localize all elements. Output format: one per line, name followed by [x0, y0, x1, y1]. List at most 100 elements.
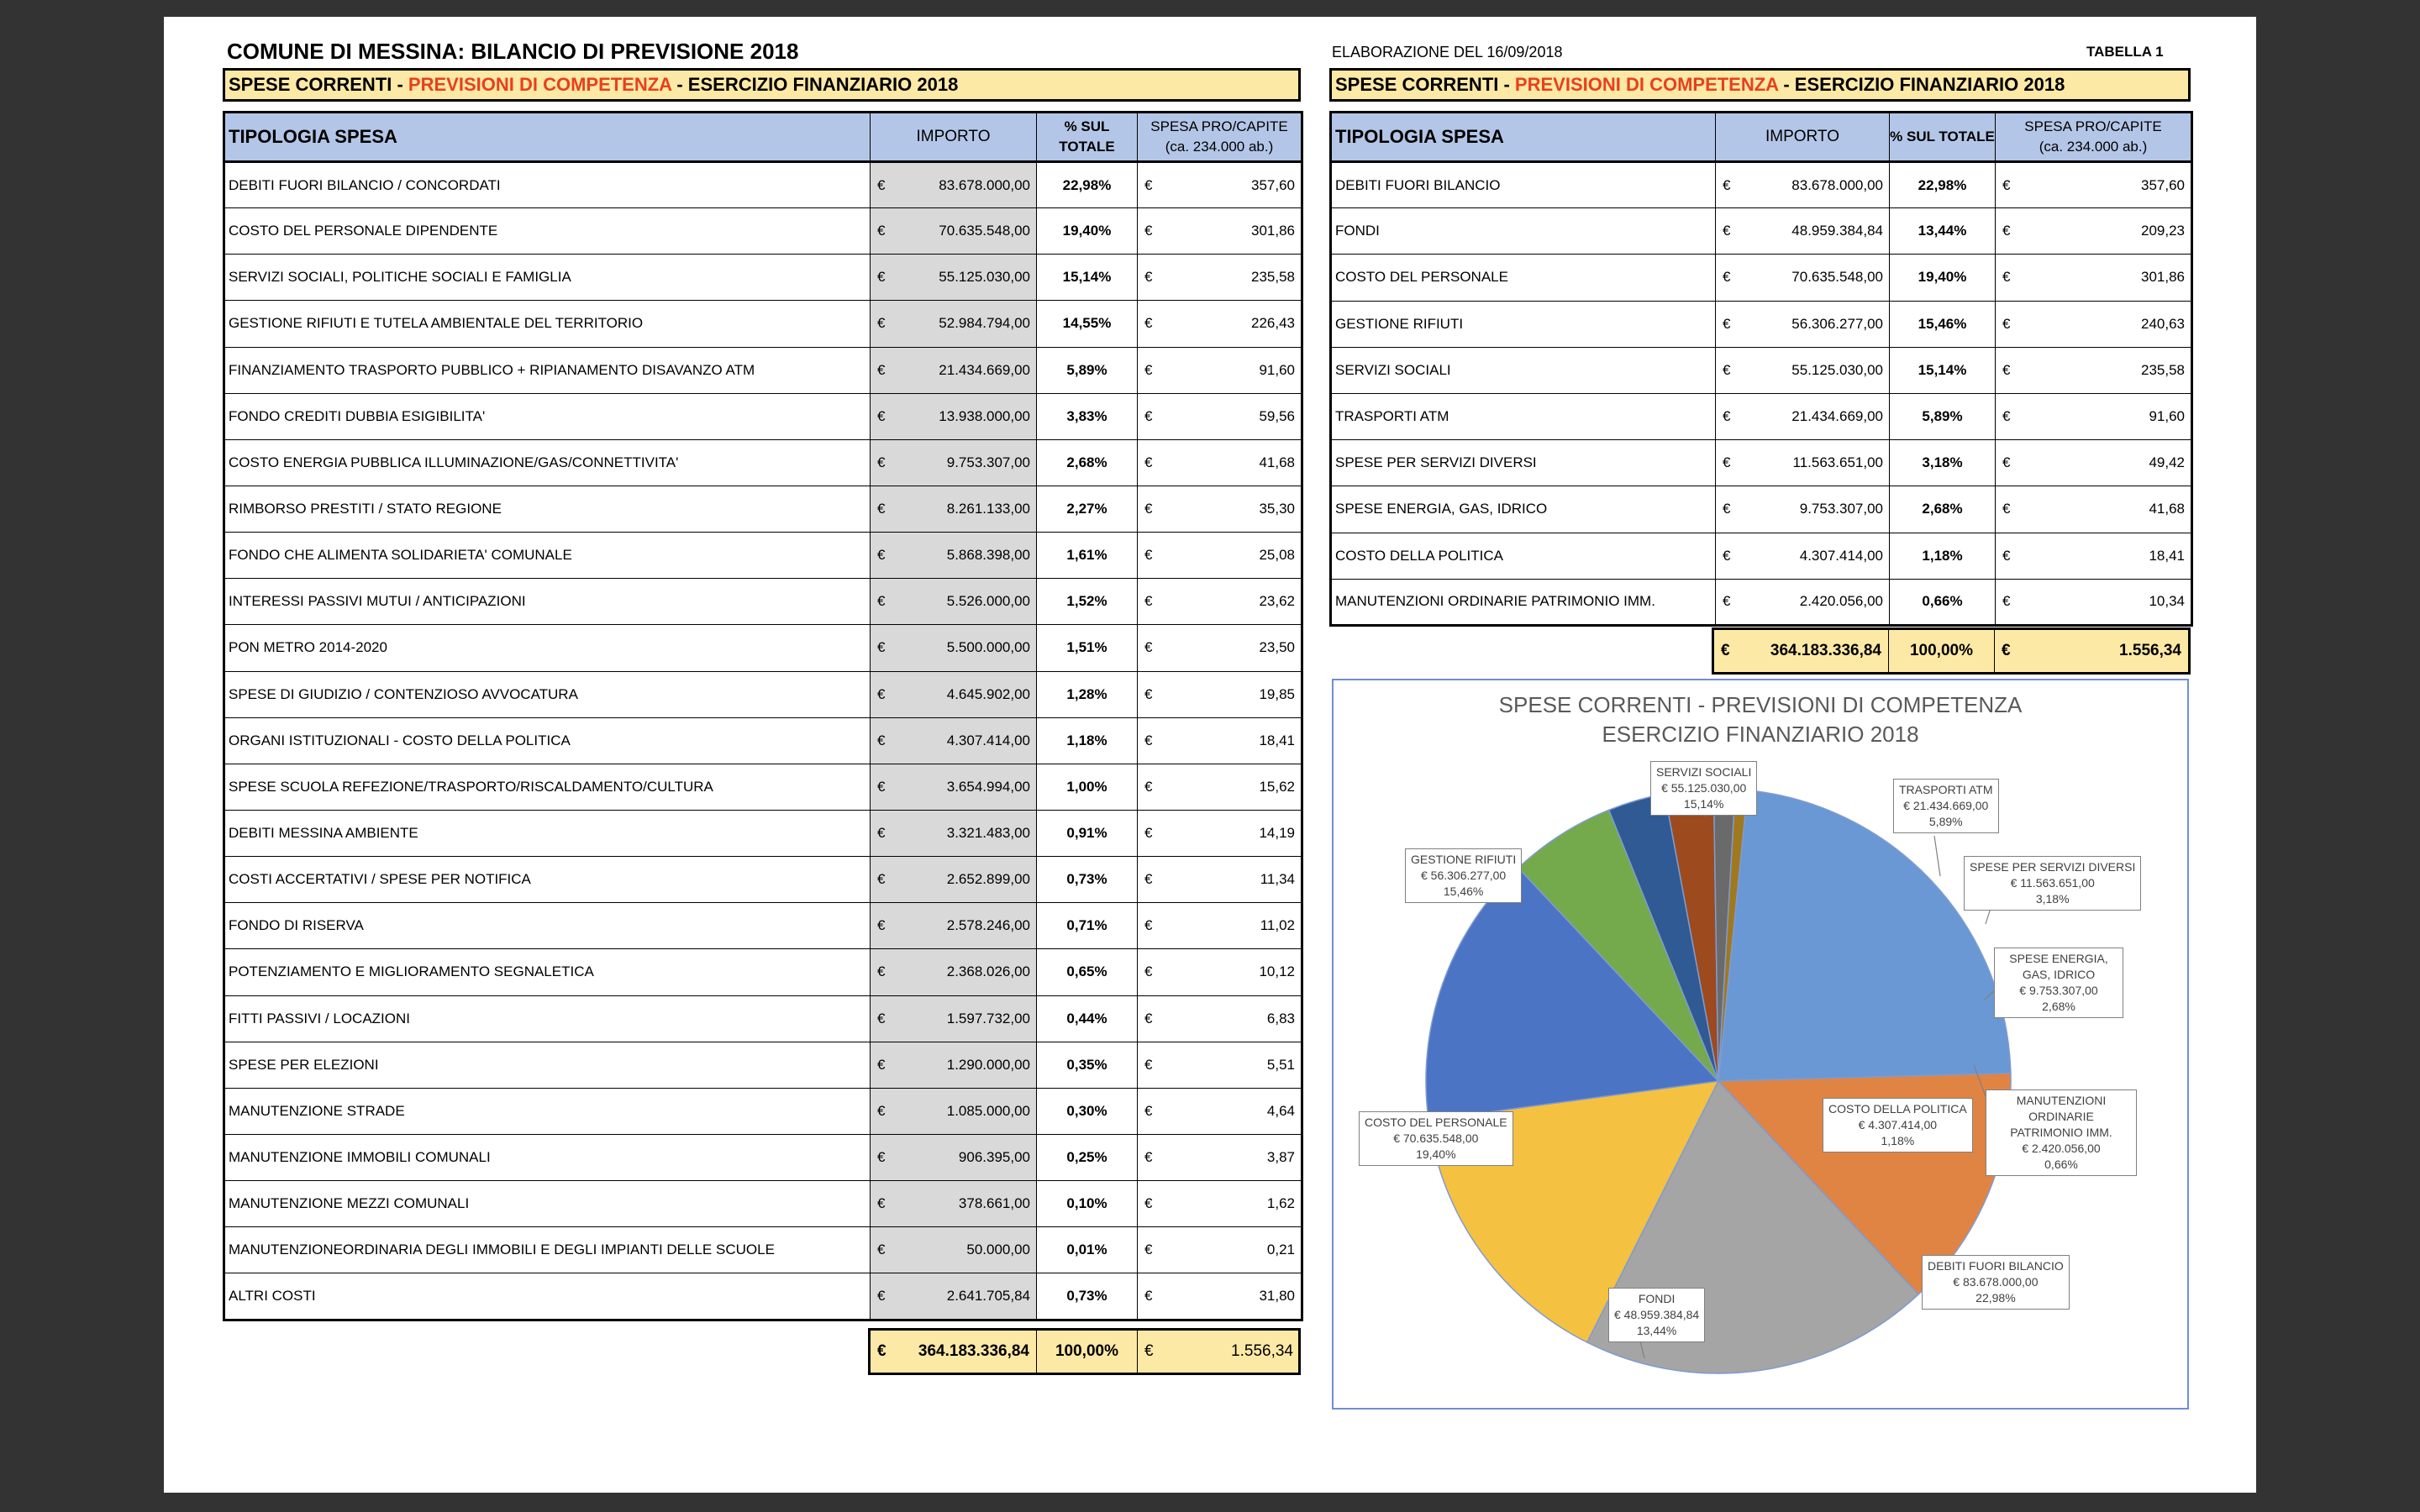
row-label: SERVIZI SOCIALI, POLITICHE SOCIALI E FAM… — [223, 254, 871, 302]
currency-symbol: € — [1723, 361, 1731, 378]
row-procapite-value: 14,19 — [1259, 825, 1295, 842]
row-pct: 0,25% — [1036, 1133, 1138, 1182]
left-total-pct: 100,00% — [1037, 1331, 1138, 1373]
table-row: FITTI PASSIVI / LOCAZIONI €1.597.732,00 0,… — [223, 995, 1303, 1042]
row-importo-value: 55.125.030,00 — [1791, 361, 1883, 378]
row-pct: 15,14% — [1036, 254, 1138, 302]
row-label: GESTIONE RIFIUTI — [1329, 300, 1716, 348]
row-label: SPESE PER ELEZIONI — [223, 1041, 871, 1089]
pie-label-pct: 13,44% — [1636, 1324, 1677, 1337]
row-pct: 1,18% — [1889, 532, 1996, 580]
row-label: DEBITI FUORI BILANCIO / CONCORDATI — [223, 160, 871, 209]
header-pct: % SUL TOTALE — [1889, 111, 1996, 163]
row-procapite: €240,63 — [1995, 300, 2193, 348]
header-tipologia: TIPOLOGIA SPESA — [223, 111, 871, 163]
row-pct: 0,01% — [1036, 1226, 1138, 1274]
row-pct: 1,18% — [1036, 717, 1138, 764]
row-procapite-value: 4,64 — [1266, 1102, 1295, 1119]
currency-symbol: € — [877, 501, 886, 517]
pie-label-pct: 15,46% — [1443, 885, 1484, 898]
row-importo: €906.395,00 — [870, 1133, 1037, 1182]
table-row: COSTO DEL PERSONALE DIPENDENTE €70.635.54… — [223, 207, 1303, 255]
row-importo: €3.321.483,00 — [870, 809, 1037, 858]
row-procapite: €25,08 — [1137, 532, 1303, 580]
row-importo-value: 2.368.026,00 — [946, 963, 1030, 980]
currency-symbol: € — [1723, 593, 1731, 610]
row-label: GESTIONE RIFIUTI E TUTELA AMBIENTALE DEL… — [223, 300, 871, 348]
pie-chart: SPESE CORRENTI - PREVISIONI DI COMPETENZ… — [1332, 679, 2189, 1410]
currency-symbol: € — [877, 547, 886, 564]
row-procapite-value: 31,80 — [1259, 1287, 1295, 1304]
pie-label-name: COSTO DEL PERSONALE — [1365, 1116, 1507, 1129]
right-expense-table: TIPOLOGIA SPESA IMPORTO % SUL TOTALE SPE… — [1329, 111, 2193, 627]
row-procapite: €10,12 — [1137, 948, 1303, 996]
row-procapite: €14,19 — [1137, 809, 1303, 858]
row-label: FONDI — [1329, 207, 1716, 255]
pie-label-pct: 2,68% — [2042, 1000, 2075, 1013]
row-label: FITTI PASSIVI / LOCAZIONI — [223, 995, 871, 1042]
pie-label-amount: € 56.306.277,00 — [1421, 869, 1507, 882]
currency-symbol: € — [1144, 871, 1153, 888]
row-procapite-value: 10,12 — [1259, 963, 1295, 980]
currency-symbol: € — [2002, 176, 2011, 193]
row-procapite: €1,62 — [1137, 1180, 1303, 1228]
currency-symbol: € — [1144, 732, 1153, 748]
currency-symbol: € — [877, 315, 886, 332]
header-procapite-line1: SPESA PRO/CAPITE — [1150, 118, 1288, 134]
row-importo-value: 9.753.307,00 — [1799, 501, 1883, 517]
right-section-header: SPESE CORRENTI - PREVISIONI DI COMPETENZ… — [1329, 68, 2191, 102]
table-row: FONDO DI RISERVA €2.578.246,00 0,71% €11,02 — [223, 902, 1303, 950]
pie-slice — [1718, 789, 2012, 1082]
table-row: DEBITI FUORI BILANCIO / CONCORDATI €83.67… — [223, 160, 1303, 209]
row-importo: €21.434.669,00 — [1715, 392, 1890, 441]
row-pct: 22,98% — [1036, 160, 1138, 209]
header-procapite: SPESA PRO/CAPITE (ca. 234.000 ab.) — [1995, 111, 2193, 163]
total-procapite-value: 1.556,34 — [2119, 642, 2181, 659]
row-pct: 0,30% — [1036, 1087, 1138, 1135]
pie-label-name: GESTIONE RIFIUTI — [1411, 853, 1517, 866]
currency-symbol: € — [2002, 269, 2011, 286]
row-importo-value: 378.661,00 — [958, 1195, 1030, 1212]
row-importo-value: 21.434.669,00 — [1791, 408, 1883, 425]
row-importo: €48.959.384,84 — [1715, 207, 1890, 255]
currency-symbol: € — [1144, 407, 1153, 424]
row-label: INTERESSI PASSIVI MUTUI / ANTICIPAZIONI — [223, 578, 871, 626]
row-importo: €1.597.732,00 — [870, 995, 1037, 1042]
elaboration-date: ELABORAZIONE DEL 16/09/2018 — [1332, 44, 1563, 60]
pie-data-label: COSTO DELLA POLITICA € 4.307.414,00 1,18% — [1823, 1098, 1973, 1152]
row-procapite-value: 19,85 — [1259, 685, 1295, 702]
row-label: MANUTENZIONEORDINARIA DEGLI IMMOBILI E D… — [223, 1226, 871, 1274]
header-procapite-line2: (ca. 234.000 ab.) — [1165, 139, 1274, 155]
row-importo-value: 2.641.705,84 — [946, 1287, 1030, 1304]
row-procapite-value: 23,62 — [1259, 593, 1295, 610]
currency-symbol: € — [2002, 223, 2011, 239]
row-importo: €3.654.994,00 — [870, 763, 1037, 811]
row-importo-value: 83.678.000,00 — [1791, 176, 1883, 193]
row-pct: 13,44% — [1889, 207, 1996, 255]
row-label: SERVIZI SOCIALI — [1329, 346, 1716, 394]
row-procapite: €23,62 — [1137, 578, 1303, 626]
table-row: ORGANI ISTITUZIONALI - COSTO DELLA POLIT… — [223, 717, 1303, 764]
row-importo-value: 48.959.384,84 — [1791, 223, 1883, 239]
currency-symbol: € — [1144, 639, 1153, 656]
row-importo: €2.641.705,84 — [870, 1273, 1037, 1321]
right-total-pct: 100,00% — [1889, 630, 1995, 672]
row-procapite: €301,86 — [1995, 254, 2193, 302]
row-pct: 5,89% — [1889, 392, 1996, 441]
currency-symbol: € — [1723, 547, 1731, 564]
row-pct: 3,18% — [1889, 439, 1996, 487]
row-importo: €2.652.899,00 — [870, 856, 1037, 904]
row-procapite-value: 226,43 — [1251, 315, 1295, 332]
row-importo: €2.368.026,00 — [870, 948, 1037, 996]
row-importo-value: 5.500.000,00 — [946, 639, 1030, 656]
section-header-part1: SPESE CORRENTI - — [229, 74, 408, 95]
currency-symbol: € — [877, 871, 886, 888]
table-row: MANUTENZIONEORDINARIA DEGLI IMMOBILI E D… — [223, 1226, 1303, 1274]
row-label: COSTO DEL PERSONALE DIPENDENTE — [223, 207, 871, 255]
pie-label-amount: € 55.125.030,00 — [1661, 781, 1747, 795]
right-total-row: € 364.183.336,84 100,00% € 1.556,34 — [1712, 627, 2191, 675]
row-importo: €1.290.000,00 — [870, 1041, 1037, 1089]
pie-label-name: FONDI — [1638, 1292, 1676, 1305]
currency-symbol: € — [1144, 917, 1153, 934]
header-procapite-line1: SPESA PRO/CAPITE — [2024, 118, 2162, 134]
